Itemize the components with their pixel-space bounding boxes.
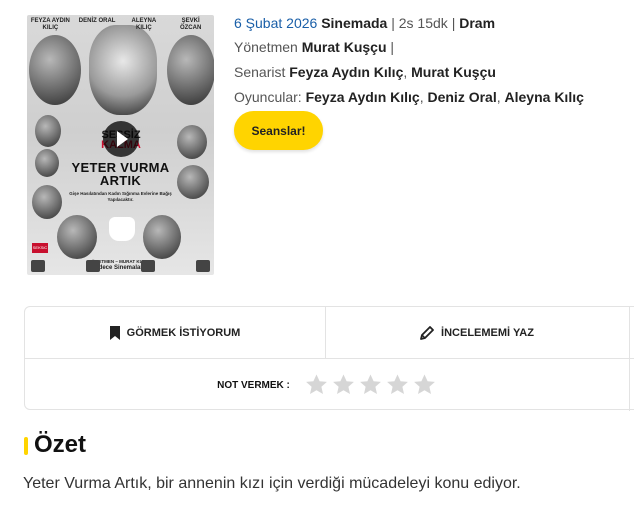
rating-row: NOT VERMEK : <box>25 359 629 411</box>
sponsor-logo <box>86 260 100 272</box>
cast-link[interactable]: Feyza Aydın Kılıç <box>306 89 420 105</box>
star-icon[interactable] <box>412 373 437 397</box>
star-rating[interactable] <box>304 373 437 397</box>
poster-actor-photo <box>29 35 81 105</box>
poster-actor-photo <box>167 35 214 105</box>
star-icon[interactable] <box>304 373 329 397</box>
star-icon[interactable] <box>331 373 356 397</box>
sponsor-logo <box>31 260 45 272</box>
separator: | <box>390 39 395 55</box>
writer-link[interactable]: Feyza Aydın Kılıç <box>289 64 403 80</box>
poster-cast-name: ALEYNA KILIÇ <box>131 18 157 31</box>
summary-text: Yeter Vurma Artık, bir annenin kızı için… <box>23 475 521 492</box>
rating-label: NOT VERMEK : <box>217 379 290 391</box>
poster-tagline: Gişe Hasılatından Kadın Sığınma Evlerine… <box>69 191 172 202</box>
section-accent-bar <box>24 437 28 455</box>
bookmark-icon <box>109 325 120 340</box>
poster-cast-name: DENİZ ORAL <box>78 18 116 24</box>
poster-actor-photo <box>143 215 181 259</box>
cast-link[interactable]: Deniz Oral <box>427 89 496 105</box>
poster-actor-photo <box>57 215 97 259</box>
star-icon[interactable] <box>358 373 383 397</box>
director-label: Yönetmen <box>234 39 298 55</box>
writer-row: Senarist Feyza Aydın Kılıç, Murat Kuşçu <box>234 62 496 82</box>
poster-cast-name: FEYZA AYDIN KILIÇ <box>30 18 70 31</box>
review-label: İNCELEMEMİ YAZ <box>441 326 534 339</box>
showtimes-button[interactable]: Seanslar! <box>234 111 323 150</box>
watchlist-label: GÖRMEK İSTİYORUM <box>126 326 241 339</box>
cast-label: Oyuncular: <box>234 89 302 105</box>
poster-logo: SEKSiC <box>32 243 48 253</box>
cast-link[interactable]: Aleyna Kılıç <box>505 89 584 105</box>
writer-label: Senarist <box>234 64 286 80</box>
poster-title-line2: ARTIK <box>99 173 142 188</box>
cast-row: Oyuncular: Feyza Aydın Kılıç, Deniz Oral… <box>234 87 584 107</box>
poster-lead-actress-photo <box>89 25 157 115</box>
watchlist-button[interactable]: GÖRMEK İSTİYORUM <box>25 307 325 358</box>
poster-title: YETER VURMA ARTIK <box>57 161 184 187</box>
star-icon[interactable] <box>385 373 410 397</box>
summary-heading: Özet <box>34 431 87 458</box>
separator: | <box>451 15 456 31</box>
action-panel: GÖRMEK İSTİYORUM İNCELEMEMİ YAZ NOT VERM… <box>24 306 634 411</box>
poster-cast-names: FEYZA AYDIN KILIÇ DENİZ ORAL ALEYNA KILI… <box>27 18 214 32</box>
write-review-button[interactable]: İNCELEMEMİ YAZ <box>325 307 629 358</box>
pencil-icon <box>420 325 434 340</box>
genre-link[interactable]: Dram <box>459 15 495 31</box>
writer-link[interactable]: Murat Kuşçu <box>411 64 496 80</box>
comma: , <box>419 89 424 105</box>
director-row: Yönetmen Murat Kuşçu | <box>234 37 394 57</box>
movie-meta-row: 6 Şubat 2026 Sinemada | 2s 15dk | Dram <box>234 13 495 33</box>
poster-actor-photo <box>35 115 61 147</box>
sponsor-logo <box>196 260 210 272</box>
duration: 2s 15dk <box>398 15 448 31</box>
separator: | <box>391 15 395 31</box>
sponsor-logo <box>141 260 155 272</box>
divider <box>629 307 630 411</box>
release-date[interactable]: 6 Şubat 2026 <box>234 15 317 31</box>
poster-cast-name: ŞEVKİ ÖZCAN <box>179 18 202 31</box>
comma: , <box>403 64 408 80</box>
poster-sponsor-logos <box>31 260 210 272</box>
poster-actor-photo <box>177 125 207 159</box>
director-link[interactable]: Murat Kuşçu <box>302 39 387 55</box>
poster-actor-photo <box>32 185 62 219</box>
release-status: Sinemada <box>321 15 388 31</box>
comma: , <box>496 89 501 105</box>
play-icon[interactable] <box>103 121 139 157</box>
movie-poster[interactable]: FEYZA AYDIN KILIÇ DENİZ ORAL ALEYNA KILI… <box>27 15 214 275</box>
poster-hand-graphic <box>109 217 135 241</box>
poster-actor-photo <box>35 149 59 177</box>
